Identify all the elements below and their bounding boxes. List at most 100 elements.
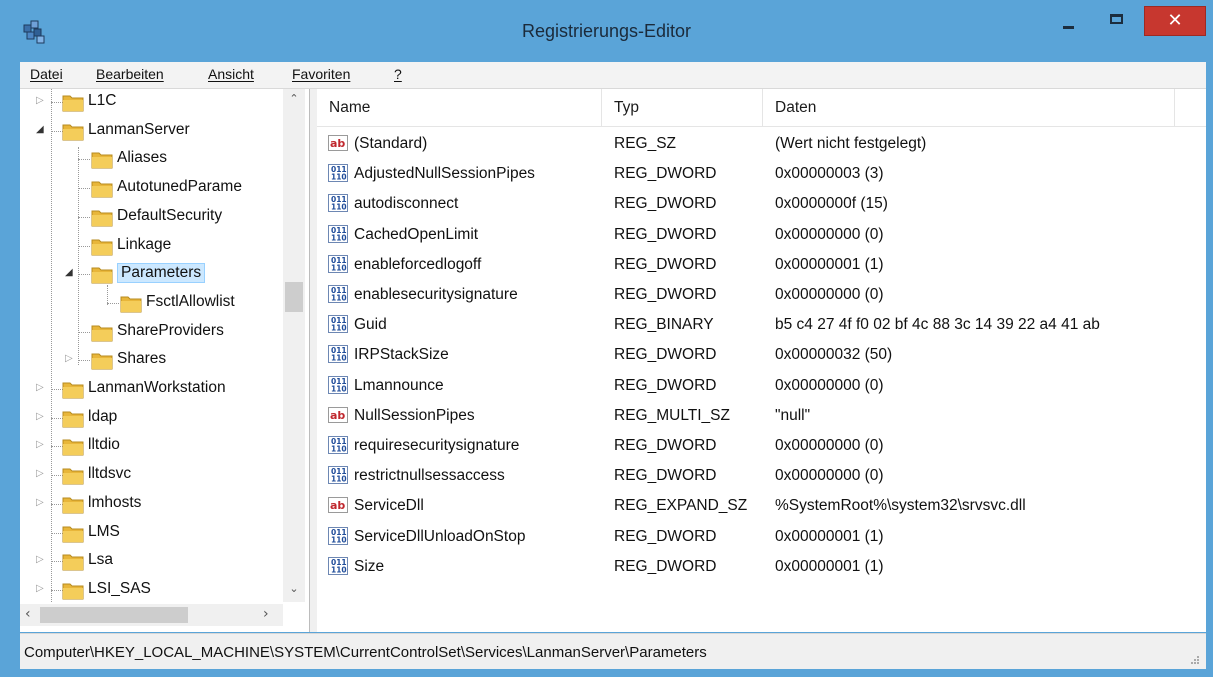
value-row[interactable]: 011 110 CachedOpenLimit REG_DWORD 0x00000000… <box>317 221 1206 251</box>
svg-text:110: 110 <box>331 263 347 272</box>
value-name: (Standard) <box>354 135 428 152</box>
column-header-data[interactable]: Daten <box>763 89 1175 126</box>
expand-arrow-icon[interactable]: ▷ <box>36 554 46 566</box>
folder-icon <box>62 92 84 112</box>
value-data: 0x00000001 (1) <box>775 557 884 575</box>
scrollbar-thumb[interactable] <box>40 607 188 623</box>
value-name: autodisconnect <box>354 195 459 213</box>
collapse-arrow-icon[interactable]: ◢ <box>65 267 75 279</box>
tree-item[interactable]: ▷ LSI_SAS <box>20 578 282 604</box>
title-bar[interactable]: Registrierungs-Editor ✕ <box>0 0 1213 62</box>
svg-text:110: 110 <box>331 203 347 212</box>
menu-favoriten[interactable]: Favoriten <box>292 66 350 82</box>
tree-item[interactable]: Linkage <box>20 234 282 260</box>
value-type: REG_DWORD <box>614 195 717 213</box>
column-header-name[interactable]: Name <box>317 89 602 126</box>
value-row[interactable]: 011 110 Size REG_DWORD 0x00000001 (1) <box>317 553 1206 583</box>
tree-item[interactable]: FsctlAllowlist <box>20 291 282 317</box>
column-header-type[interactable]: Typ <box>602 89 763 126</box>
menu-bearbeiten[interactable]: Bearbeiten <box>96 66 164 82</box>
tree-item[interactable]: ▷ L1C <box>20 90 282 116</box>
tree-item[interactable]: DefaultSecurity <box>20 205 282 231</box>
tree-item[interactable]: ▷ Shares <box>20 348 282 374</box>
expand-arrow-icon[interactable]: ▷ <box>36 439 46 451</box>
value-data: 0x0000000f (15) <box>775 195 888 213</box>
scroll-left-icon[interactable]: ‹ <box>25 606 31 622</box>
scroll-right-icon[interactable]: › <box>263 606 269 622</box>
values-list[interactable]: Name Typ Daten ab (Standard) REG_SZ (Wert n… <box>317 89 1206 632</box>
value-row[interactable]: 011 110 autodisconnect REG_DWORD 0x0000000f … <box>317 190 1206 220</box>
collapse-arrow-icon[interactable]: ◢ <box>36 124 46 136</box>
tree-item[interactable]: ▷ lltdio <box>20 434 282 460</box>
tree-line <box>78 274 90 276</box>
close-button[interactable]: ✕ <box>1144 6 1206 36</box>
menu-datei[interactable]: Datei <box>30 66 63 82</box>
expand-arrow-icon[interactable]: ▷ <box>36 583 46 595</box>
tree-item[interactable]: ▷ lltdsvc <box>20 463 282 489</box>
value-row[interactable]: 011 110 enableforcedlogoff REG_DWORD 0x00000… <box>317 251 1206 281</box>
tree-line <box>78 188 90 190</box>
value-row[interactable]: ab (Standard) REG_SZ (Wert nicht festgelegt… <box>317 130 1206 160</box>
value-row[interactable]: 011 110 IRPStackSize REG_DWORD 0x00000032 (5… <box>317 341 1206 371</box>
value-row[interactable]: ab ServiceDll REG_EXPAND_SZ %SystemRoot%\sy… <box>317 492 1206 522</box>
tree-item[interactable]: ▷ LanmanWorkstation <box>20 377 282 403</box>
value-row[interactable]: 011 110 Lmannounce REG_DWORD 0x00000000 (0) <box>317 372 1206 402</box>
value-row[interactable]: 011 110 ServiceDllUnloadOnStop REG_DWORD 0x0… <box>317 523 1206 553</box>
value-name: requiresecuritysignature <box>354 437 520 454</box>
tree-item[interactable]: ▷ Lsa <box>20 549 282 575</box>
binary-value-icon: 011 110 <box>328 254 348 274</box>
value-type: REG_DWORD <box>614 165 717 183</box>
menu-bar: Datei Bearbeiten Ansicht Favoriten ? <box>20 62 1206 89</box>
key-tree[interactable]: ⌃ ⌄ ‹ › ▷ L1C ◢ LanmanServer Aliases Autotune… <box>20 89 310 632</box>
resize-grip-icon[interactable] <box>1190 655 1200 665</box>
expand-arrow-icon[interactable]: ▷ <box>36 497 46 509</box>
tree-vertical-scrollbar[interactable]: ⌃ ⌄ <box>283 89 305 602</box>
value-row[interactable]: 011 110 requiresecuritysignature REG_DWORD 0… <box>317 432 1206 462</box>
value-row[interactable]: 011 110 restrictnullsessaccess REG_DWORD 0x0… <box>317 462 1206 492</box>
tree-line <box>78 245 90 247</box>
menu-ansicht[interactable]: Ansicht <box>208 66 254 82</box>
scrollbar-thumb[interactable] <box>285 282 303 312</box>
binary-value-icon: 011 110 <box>328 435 348 455</box>
tree-item[interactable]: ▷ lmhosts <box>20 492 282 518</box>
tree-item[interactable]: ShareProviders <box>20 320 282 346</box>
tree-item[interactable]: ◢ LanmanServer <box>20 119 282 145</box>
tree-item[interactable]: ▷ ldap <box>20 406 282 432</box>
status-path: Computer\HKEY_LOCAL_MACHINE\SYSTEM\Curre… <box>24 644 707 661</box>
value-type: REG_DWORD <box>614 346 717 364</box>
value-name: AdjustedNullSessionPipes <box>354 165 535 183</box>
tree-item[interactable]: ◢ Parameters <box>20 262 282 288</box>
value-row[interactable]: 011 110 enablesecuritysignature REG_DWORD 0x… <box>317 281 1206 311</box>
binary-value-icon: 011 110 <box>328 314 348 334</box>
value-row[interactable]: 011 110 Guid REG_BINARY b5 c4 27 4f f0 02 bf… <box>317 311 1206 341</box>
expand-arrow-icon[interactable]: ▷ <box>65 353 75 365</box>
tree-item-label: Shares <box>117 350 167 368</box>
minimize-button[interactable] <box>1046 6 1092 36</box>
tree-horizontal-scrollbar[interactable]: ‹ › <box>20 604 283 626</box>
value-row[interactable]: ab NullSessionPipes REG_MULTI_SZ "null" <box>317 402 1206 432</box>
maximize-button[interactable] <box>1094 6 1140 36</box>
svg-text:110: 110 <box>331 565 347 574</box>
folder-icon <box>91 350 113 370</box>
value-data: 0x00000001 (1) <box>775 527 884 545</box>
folder-icon <box>91 236 113 256</box>
close-icon: ✕ <box>1167 10 1183 31</box>
column-header-label: Daten <box>775 99 817 116</box>
value-name: Guid <box>354 316 387 334</box>
expand-arrow-icon[interactable]: ▷ <box>36 95 46 107</box>
scroll-down-icon[interactable]: ⌄ <box>283 582 305 595</box>
menu-help[interactable]: ? <box>394 66 402 82</box>
value-name: ServiceDllUnloadOnStop <box>354 527 526 545</box>
tree-item[interactable]: Aliases <box>20 147 282 173</box>
tree-item-label: ShareProviders <box>117 321 224 339</box>
expand-arrow-icon[interactable]: ▷ <box>36 468 46 480</box>
tree-item[interactable]: LMS <box>20 521 282 547</box>
tree-item[interactable]: AutotunedParame <box>20 176 282 202</box>
value-row[interactable]: 011 110 AdjustedNullSessionPipes REG_DWORD 0… <box>317 160 1206 190</box>
scroll-up-icon[interactable]: ⌃ <box>283 92 305 105</box>
folder-icon <box>62 379 84 399</box>
expand-arrow-icon[interactable]: ▷ <box>36 382 46 394</box>
expand-arrow-icon[interactable]: ▷ <box>36 411 46 423</box>
value-data: %SystemRoot%\system32\srvsvc.dll <box>775 497 1026 515</box>
folder-icon <box>91 322 113 342</box>
